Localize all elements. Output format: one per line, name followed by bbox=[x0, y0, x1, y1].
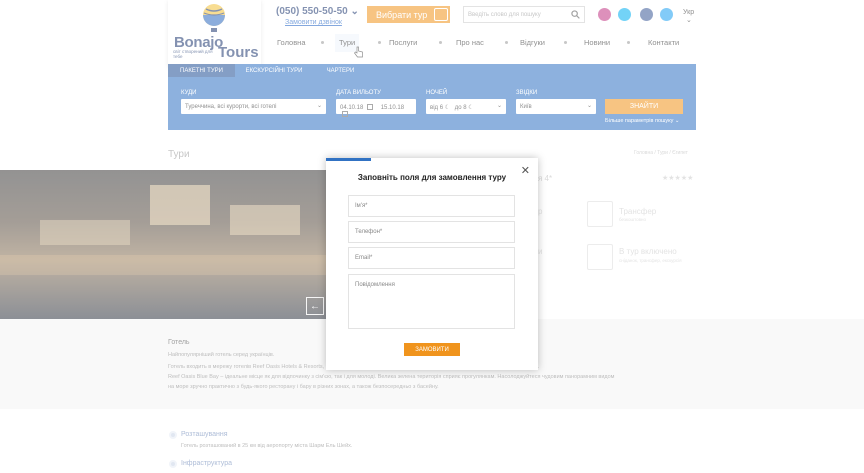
submit-button[interactable]: ЗАМОВИТИ bbox=[404, 343, 460, 356]
modal-title: Заповніть поля для замовлення туру bbox=[357, 173, 507, 182]
email-field[interactable]: Email* bbox=[348, 247, 515, 269]
phone-field[interactable]: Телефон* bbox=[348, 221, 515, 243]
order-modal: ✕ Заповніть поля для замовлення туру Ім'… bbox=[326, 158, 538, 370]
modal-accent bbox=[326, 158, 371, 161]
name-field[interactable]: Ім'я* bbox=[348, 195, 515, 217]
message-field[interactable]: Повідомлення bbox=[348, 274, 515, 329]
